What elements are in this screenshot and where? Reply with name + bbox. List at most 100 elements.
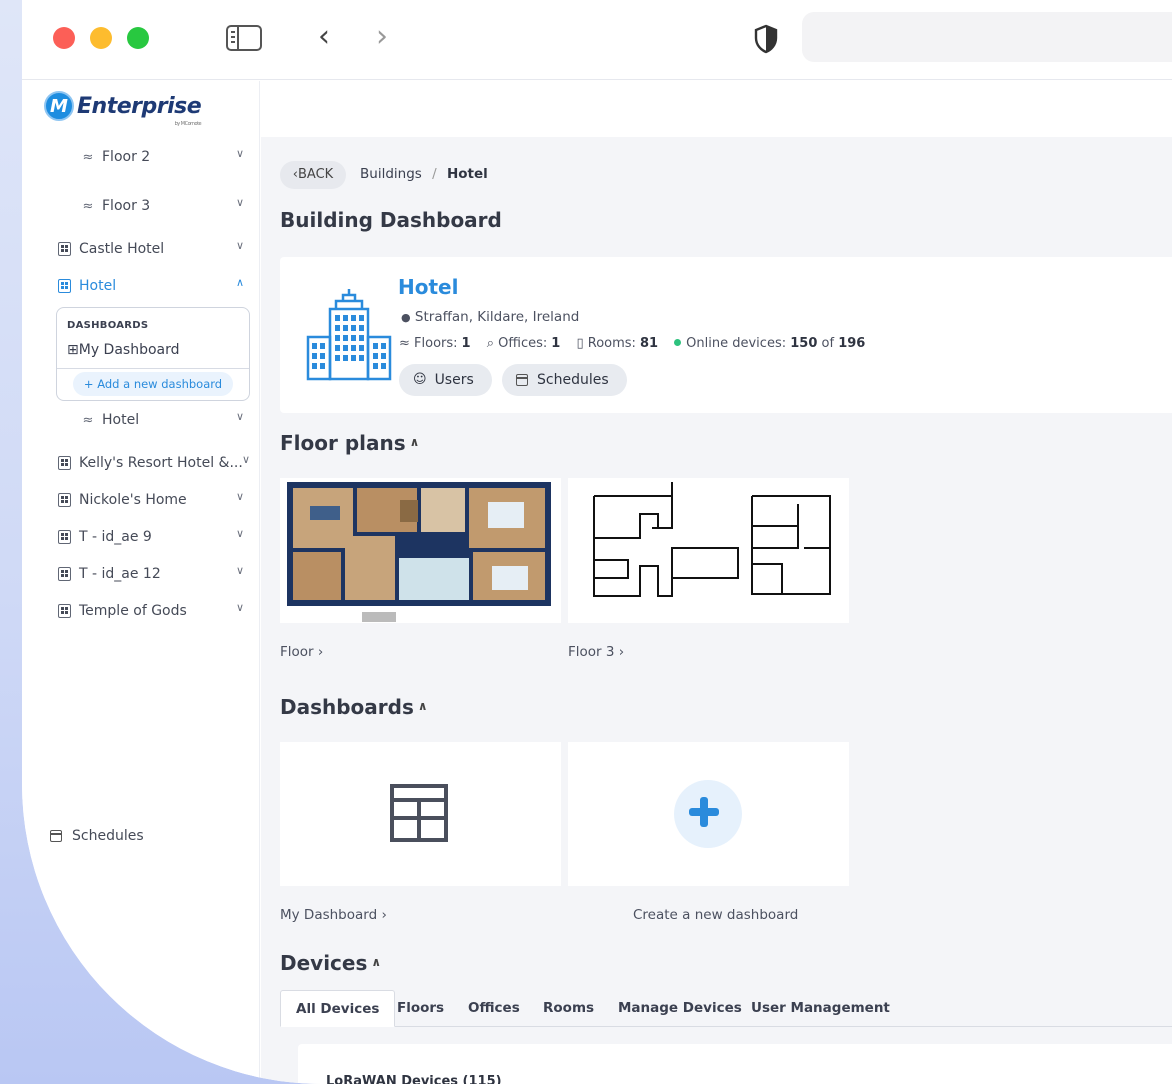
my-dashboard-label: My Dashboard [78,342,180,358]
create-dashboard-link[interactable]: Create a new dashboard [633,907,798,923]
breadcrumb-buildings[interactable]: Buildings [360,166,422,182]
dashboard-link[interactable]: My Dashboard › [280,907,387,923]
floor-plans-title[interactable]: Floor plans ∧ [280,431,419,455]
sidebar-item-label: T - id_ae 9 [79,529,152,545]
offices-count: 1 [551,336,561,351]
sidebar-item-hotel-floor[interactable]: ≈ Hotel ∨ [22,405,260,435]
floor-plan-image [280,478,561,623]
chevron-up-icon[interactable]: ∧ [410,435,420,449]
back-arrow-icon[interactable]: ‹ [318,18,330,56]
floor-plan-image [568,478,849,623]
browser-titlebar: ‹ › [22,0,1172,80]
close-window-button[interactable] [53,27,75,49]
chevron-up-icon[interactable]: ∧ [371,955,381,969]
dashboard-card[interactable] [280,742,561,886]
floor-plan-link[interactable]: Floor › [280,644,323,660]
rooms-count: 81 [639,336,659,351]
sidebar-item-t-id-ae-9[interactable]: T - id_ae 9 ∨ [22,522,260,552]
floor-plan-card[interactable] [568,478,849,623]
logo-badge: M [44,91,74,121]
building-icon [58,604,71,618]
floor-plan-card[interactable] [280,478,561,623]
total-devices-count: 196 [838,336,866,351]
tab-floors[interactable]: Floors [397,990,444,1027]
floor-plans-title-text: Floor plans [280,431,406,455]
tab-manage-devices[interactable]: Manage Devices [618,990,742,1027]
sidebar-item-nickoles-home[interactable]: Nickole's Home ∨ [22,485,260,515]
devices-title-text: Devices [280,951,368,975]
maximize-window-button[interactable] [127,27,149,49]
sidebar-item-floor-2[interactable]: ≈ Floor 2 ∨ [22,142,260,172]
tab-user-management[interactable]: User Management [751,990,890,1027]
sidebar: M Enterprise by MComote ≈ Floor 2 ∨ ≈ Fl… [22,81,260,1084]
building-icon [58,530,71,544]
floor-plan-link[interactable]: Floor 3 › [568,644,624,660]
breadcrumb-separator: / [432,166,437,182]
schedules-button-label: Schedules [537,372,609,388]
building-illustration-icon [306,289,392,381]
logo-subtitle: by MComote [174,120,202,127]
chevron-right-icon: › [618,644,625,660]
logo-title: Enterprise [77,93,202,119]
chevron-down-icon[interactable]: ∨ [236,147,244,160]
plus-icon[interactable] [674,780,742,848]
online-devices-of: of [821,336,835,351]
chevron-down-icon[interactable]: ∨ [236,196,244,209]
add-dashboard-button[interactable]: + Add a new dashboard [73,372,233,396]
sidebar-schedules[interactable]: Schedules [50,828,144,844]
calendar-icon [50,830,62,842]
tab-offices[interactable]: Offices [468,990,520,1027]
address-bar[interactable] [802,12,1172,62]
layers-icon: ≈ [82,149,94,165]
chevron-down-icon[interactable]: ∨ [236,490,244,503]
sidebar-schedules-label: Schedules [72,828,144,844]
door-icon: ▯ [576,336,584,351]
sidebar-item-t-id-ae-12[interactable]: T - id_ae 12 ∨ [22,559,260,589]
layers-icon: ≈ [82,412,94,428]
dashboards-title[interactable]: Dashboards ∧ [280,695,428,719]
building-icon [58,456,71,470]
building-card: Hotel ● Straffan, Kildare, Ireland ≈ Flo… [280,257,1172,413]
location-pin-icon: ● [401,311,411,324]
sidebar-item-hotel[interactable]: Hotel ∧ [22,271,260,301]
devices-title[interactable]: Devices ∧ [280,951,381,975]
main-content: ‹BACK Buildings / Hotel Building Dashboa… [261,81,1172,1084]
sidebar-item-castle-hotel[interactable]: Castle Hotel ∨ [22,234,260,264]
users-button[interactable]: ☺ Users [399,364,492,396]
sidebar-item-temple-of-gods[interactable]: Temple of Gods ∨ [22,596,260,626]
chevron-down-icon[interactable]: ∨ [236,601,244,614]
enterprise-logo[interactable]: M Enterprise by MComote [44,89,202,127]
building-icon [58,242,71,256]
shield-icon[interactable] [753,24,779,54]
building-icon [58,567,71,581]
chevron-down-icon[interactable]: ∨ [236,527,244,540]
tab-all-devices[interactable]: All Devices [280,990,396,1027]
table-icon: ⊞ [67,342,79,358]
users-icon: ☺ [413,372,427,387]
top-header [261,81,1172,137]
chevron-down-icon[interactable]: ∨ [236,410,244,423]
sidebar-item-label: Castle Hotel [79,241,165,257]
forward-arrow-icon[interactable]: › [376,18,388,56]
schedules-button[interactable]: Schedules [502,364,627,396]
building-icon [58,279,71,293]
chevron-down-icon[interactable]: ∨ [242,453,250,466]
tab-rooms[interactable]: Rooms [543,990,594,1027]
sidebar-toggle-icon[interactable] [226,25,262,51]
chevron-up-icon[interactable]: ∧ [418,699,428,713]
dashboards-panel: DASHBOARDS ⊞My Dashboard + Add a new das… [56,307,250,401]
sidebar-item-label: Floor 2 [102,149,151,165]
back-button[interactable]: ‹BACK [280,161,346,189]
minimize-window-button[interactable] [90,27,112,49]
sidebar-item-floor-3[interactable]: ≈ Floor 3 ∨ [22,191,260,221]
my-dashboard-link[interactable]: ⊞My Dashboard [67,342,180,358]
chevron-down-icon[interactable]: ∨ [236,564,244,577]
create-dashboard-card[interactable] [568,742,849,886]
chevron-right-icon: › [381,907,387,923]
chevron-down-icon[interactable]: ∨ [236,239,244,252]
devices-list-card: LoRaWAN Devices (115) [298,1044,1172,1084]
sidebar-item-kellys-resort[interactable]: Kelly's Resort Hotel &... ∨ [22,448,260,478]
floors-count: 1 [461,336,471,351]
building-stats: ≈ Floors: 1 ⌕ Offices: 1 ▯ Rooms: 81 Online… [399,336,865,351]
chevron-up-icon[interactable]: ∧ [236,276,244,289]
